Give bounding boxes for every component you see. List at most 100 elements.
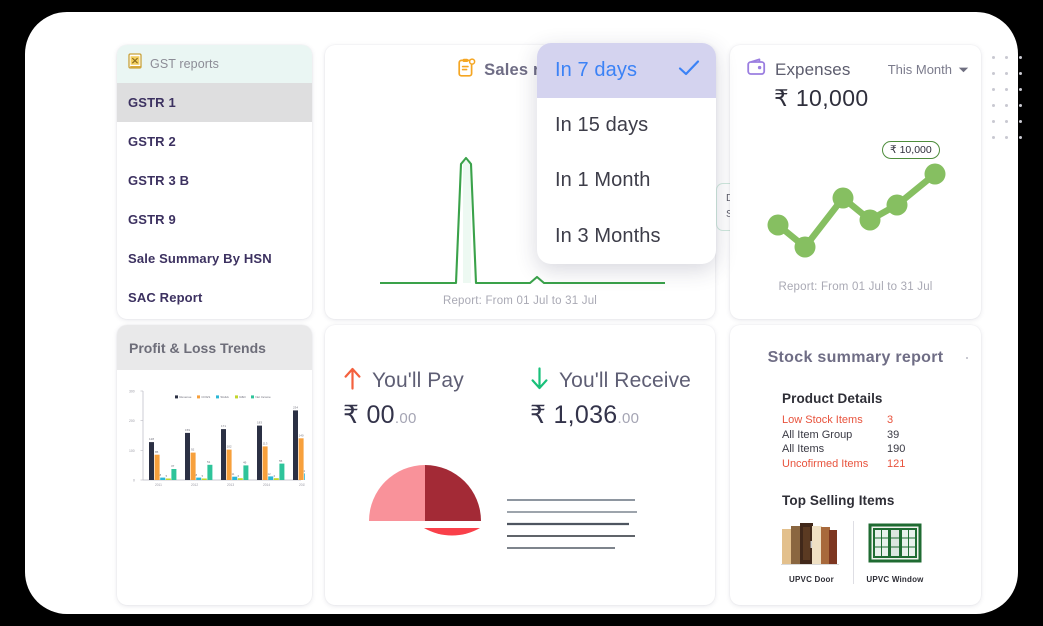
sidebar-item-label: GSTR 1: [128, 95, 176, 110]
svg-text:200: 200: [129, 419, 135, 423]
expenses-title-label: Expenses: [775, 59, 851, 79]
svg-text:37: 37: [171, 464, 175, 468]
window-product-image: [868, 523, 922, 563]
sidebar-item-label: GSTR 9: [128, 212, 176, 227]
youll-pay-amount: ₹ 00: [343, 401, 395, 429]
app-frame: GST reports GSTR 1 GSTR 2 GSTR 3 B GSTR …: [25, 12, 1022, 614]
svg-text:92: 92: [191, 448, 195, 452]
svg-text:2013: 2013: [227, 483, 234, 487]
svg-text:85: 85: [155, 450, 159, 454]
spreadsheet-icon: [128, 53, 143, 75]
table-row: All Item Group 39: [782, 428, 930, 443]
svg-text:183: 183: [257, 421, 262, 425]
row-value: 39: [887, 428, 900, 441]
product-details-table: Low Stock Items 3 All Item Group 39 All …: [782, 413, 930, 471]
list-item[interactable]: UPVC Door: [770, 521, 853, 584]
svg-text:128: 128: [149, 437, 154, 441]
svg-text:55: 55: [279, 459, 283, 463]
expenses-period-selector[interactable]: This Month: [888, 62, 969, 77]
clipboard-report-icon: [458, 58, 476, 83]
profit-loss-trends-panel: Profit & Loss Trends 0 100 200 300 Reven…: [117, 325, 312, 605]
svg-text:22: 22: [304, 469, 305, 473]
dropdown-item-in-15-days[interactable]: In 15 days: [537, 98, 716, 153]
svg-text:Net Income: Net Income: [255, 395, 271, 399]
top-selling-items-list: UPVC Door UPVC Window: [770, 521, 950, 584]
list-item[interactable]: UPVC Window: [853, 521, 936, 584]
svg-text:0: 0: [133, 479, 135, 483]
table-row: Uncofirmed Items 121: [782, 457, 930, 472]
dropdown-item-label: In 15 days: [555, 114, 649, 137]
row-label: All Items: [782, 443, 825, 456]
youll-receive-decimals: .00: [617, 410, 640, 427]
svg-text:300: 300: [129, 390, 135, 394]
profit-loss-trends-title: Profit & Loss Trends: [117, 325, 312, 370]
list-item-label: UPVC Window: [866, 575, 924, 584]
svg-text:102: 102: [227, 445, 232, 449]
svg-text:51: 51: [207, 460, 211, 464]
svg-text:2011: 2011: [155, 483, 162, 487]
svg-text:171: 171: [221, 424, 226, 428]
dropdown-item-label: In 1 Month: [555, 169, 651, 192]
row-value: 190: [887, 443, 906, 456]
expenses-card: Expenses This Month ₹ 10,000 ₹ 10,000 Re…: [730, 45, 981, 319]
svg-text:49: 49: [243, 461, 247, 465]
wallet-icon: [747, 58, 767, 81]
youll-pay-decimals: .00: [394, 410, 417, 427]
svg-text:100: 100: [129, 449, 135, 453]
svg-text:6: 6: [274, 474, 276, 478]
dropdown-item-in-7-days[interactable]: In 7 days: [537, 43, 716, 99]
dropdown-item-in-1-month[interactable]: In 1 Month: [537, 153, 716, 208]
svg-text:5: 5: [166, 474, 168, 478]
row-value: 3: [887, 414, 894, 426]
sidebar-item-gstr-2[interactable]: GSTR 2: [117, 122, 312, 161]
stock-summary-dot-decoration: [966, 357, 968, 359]
svg-text:SG&A: SG&A: [220, 395, 228, 399]
pay-receive-pie: [369, 465, 481, 536]
stock-summary-card: Stock summary report Product Details Low…: [730, 325, 981, 605]
sidebar-item-sale-summary-by-hsn[interactable]: Sale Summary By HSN: [117, 239, 312, 278]
sidebar-item-gstr-9[interactable]: GSTR 9: [117, 200, 312, 239]
svg-text:140: 140: [299, 433, 304, 437]
date-range-dropdown-menu[interactable]: In 7 days In 15 days In 1 Month In 3 Mon…: [537, 43, 716, 264]
gst-reports-panel: GST reports GSTR 1 GSTR 2 GSTR 3 B GSTR …: [117, 45, 312, 319]
row-label: Low Stock Items: [782, 414, 863, 426]
top-selling-items-title: Top Selling Items: [782, 493, 895, 508]
sales-report-range-note: Report: From 01 Jul to 31 Jul: [442, 295, 598, 307]
svg-text:6: 6: [238, 474, 240, 478]
dot-grid-decoration: [987, 50, 1027, 145]
sidebar-item-label: GSTR 2: [128, 134, 176, 149]
dropdown-item-label: In 3 Months: [555, 224, 661, 247]
expenses-range-note: Report: From 01 Jul to 31 Jul: [778, 281, 933, 293]
stock-summary-title: Stock summary report: [767, 349, 944, 366]
svg-text:8: 8: [196, 473, 198, 477]
dropdown-item-label: In 7 days: [555, 59, 638, 82]
svg-text:113: 113: [263, 442, 268, 446]
pay-receive-detail-lines: [507, 499, 637, 549]
sidebar-item-sac-report[interactable]: SAC Report: [117, 278, 312, 317]
svg-text:2014: 2014: [263, 483, 270, 487]
sidebar-item-gstr-3b[interactable]: GSTR 3 B: [117, 161, 312, 200]
chevron-down-icon: [958, 62, 969, 77]
svg-text:COGS: COGS: [201, 395, 210, 399]
expenses-sparkline: [767, 163, 946, 258]
youll-pay-block: You'll Pay ₹ 00.00: [343, 367, 464, 430]
row-label: All Item Group: [782, 428, 853, 441]
expenses-amount: ₹ 10,000: [774, 85, 869, 111]
svg-text:12: 12: [268, 472, 271, 476]
svg-text:234: 234: [293, 405, 298, 409]
check-icon: [678, 59, 700, 83]
expenses-point-badge: ₹ 10,000: [882, 141, 940, 159]
expenses-period-label: This Month: [887, 62, 952, 77]
sidebar-item-label: SAC Report: [128, 290, 203, 305]
sidebar-item-label: Sale Summary By HSN: [128, 251, 272, 266]
row-value: 121: [887, 457, 906, 470]
pay-receive-card: You'll Pay ₹ 00.00 You'll Receive ₹ 1,03…: [325, 325, 715, 605]
dropdown-item-in-3-months[interactable]: In 3 Months: [537, 209, 716, 264]
list-item-label: UPVC Door: [789, 575, 834, 584]
arrow-up-icon: [343, 367, 362, 394]
row-label: Uncofirmed Items: [782, 457, 869, 470]
sidebar-item-gstr-1[interactable]: GSTR 1: [117, 83, 312, 122]
youll-receive-amount: ₹ 1,036: [530, 401, 618, 429]
youll-receive-label: You'll Receive: [559, 368, 691, 392]
svg-text:2015: 2015: [299, 483, 305, 487]
